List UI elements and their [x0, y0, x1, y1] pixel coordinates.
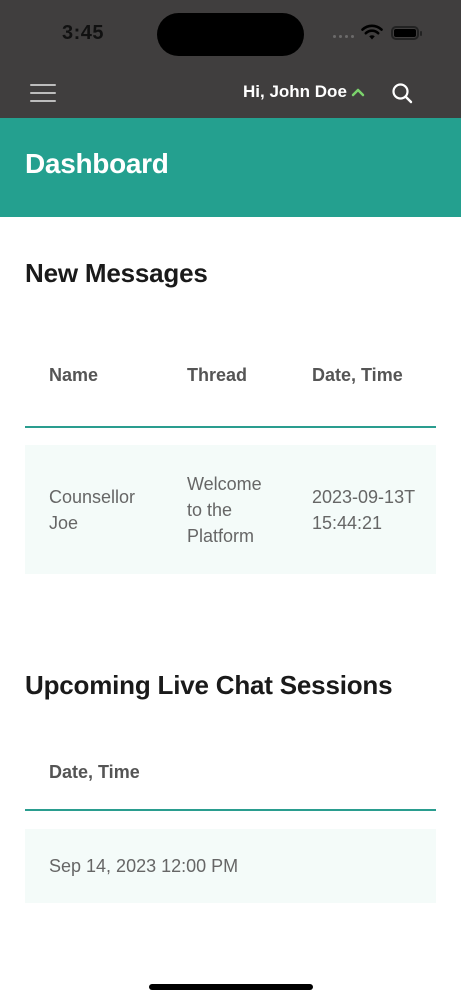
new-messages-title: New Messages: [25, 258, 208, 288]
battery-icon: [391, 26, 422, 40]
upcoming-sessions-title: Upcoming Live Chat Sessions: [25, 670, 393, 700]
hamburger-menu-icon[interactable]: [30, 84, 56, 102]
header-divider: [25, 809, 436, 811]
column-header-name[interactable]: Name: [49, 365, 98, 386]
wifi-icon: [361, 24, 383, 40]
chevron-up-icon: [351, 87, 365, 97]
message-datetime: 2023-09-13T15:44:21: [312, 487, 416, 533]
table-row[interactable]: Counsellor Joe Welcome to the Platform 2…: [25, 445, 436, 574]
status-bar: 3:45: [0, 0, 461, 68]
table-row[interactable]: Sep 14, 2023 12:00 PM: [25, 829, 436, 903]
top-nav-bar: Hi, John Doe: [0, 68, 461, 118]
dynamic-island: [157, 13, 304, 56]
status-time: 3:45: [62, 22, 105, 44]
message-thread: Welcome to the Platform: [187, 474, 262, 546]
column-header-datetime[interactable]: Date, Time: [49, 762, 140, 783]
header-divider: [25, 426, 436, 428]
column-header-thread[interactable]: Thread: [187, 365, 247, 386]
user-greeting: Hi, John Doe: [243, 82, 347, 101]
session-datetime: Sep 14, 2023 12:00 PM: [49, 856, 239, 876]
home-indicator[interactable]: [149, 984, 313, 990]
column-header-datetime[interactable]: Date, Time: [312, 365, 403, 386]
message-sender: Counsellor Joe: [49, 487, 136, 533]
dashboard-header: Dashboard: [0, 118, 461, 217]
user-menu-toggle[interactable]: Hi, John Doe: [243, 82, 365, 102]
search-icon[interactable]: [391, 82, 413, 104]
page-title: Dashboard: [25, 148, 169, 179]
signal-icon: [333, 35, 354, 38]
